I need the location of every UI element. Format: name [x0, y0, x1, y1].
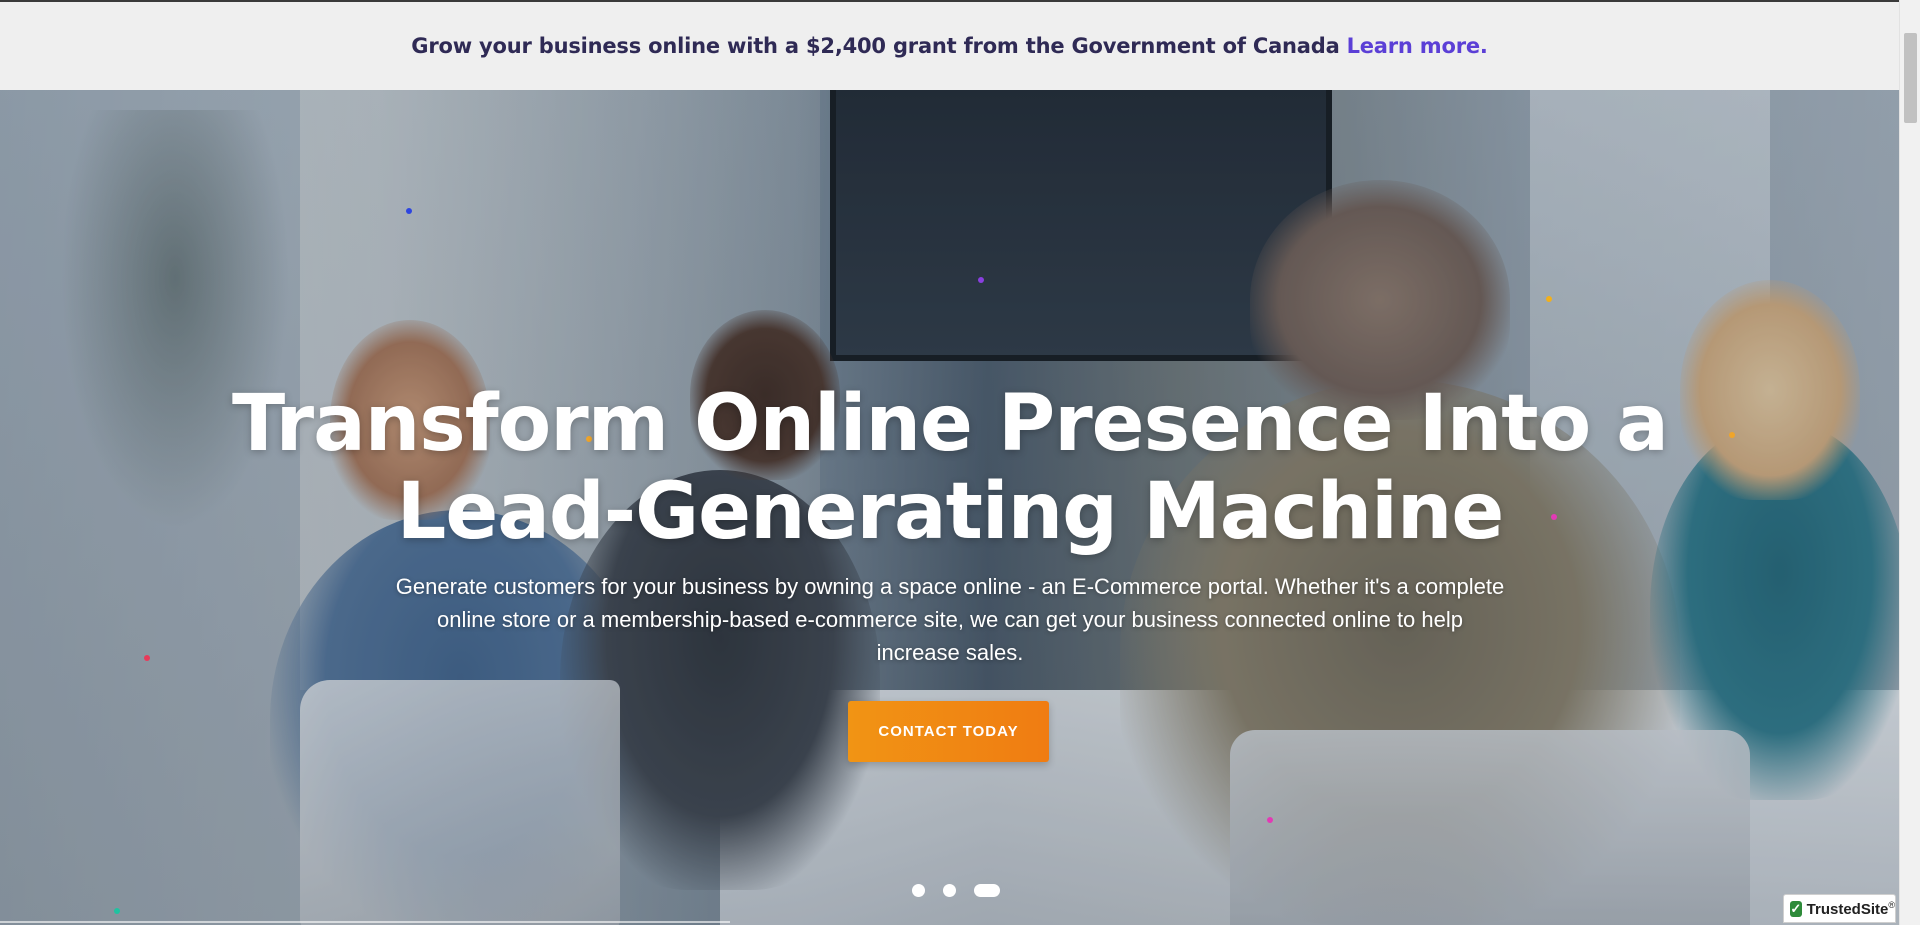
headline-line-2: Lead-Generating Machine [396, 467, 1505, 557]
trustedsite-label: TrustedSite® [1806, 899, 1895, 918]
learn-more-link[interactable]: Learn more. [1347, 34, 1488, 58]
hero-subtext: Generate customers for your business by … [395, 574, 1505, 665]
bottom-divider [0, 921, 730, 923]
trustedsite-badge[interactable]: ✓ TrustedSite® [1783, 894, 1896, 923]
slider-dots [912, 883, 1000, 897]
announcement-text: Grow your business online with a $2,400 … [411, 34, 1340, 58]
scrollbar-thumb[interactable] [1904, 33, 1917, 123]
check-icon: ✓ [1790, 900, 1802, 917]
contact-today-button[interactable]: CONTACT TODAY [848, 701, 1049, 762]
page-scrollbar[interactable] [1899, 0, 1920, 925]
slider-dot[interactable] [912, 883, 925, 897]
hero-headline: Transform Online Presence Into a Lead-Ge… [150, 380, 1750, 556]
hero-content: Transform Online Presence Into a Lead-Ge… [0, 90, 1899, 925]
announcement-bar: Grow your business online with a $2,400 … [0, 2, 1899, 90]
hero-section: Transform Online Presence Into a Lead-Ge… [0, 90, 1899, 925]
headline-line-1: Transform Online Presence Into a [232, 379, 1669, 469]
slider-dot[interactable] [974, 883, 1000, 897]
slider-dot[interactable] [943, 883, 956, 897]
